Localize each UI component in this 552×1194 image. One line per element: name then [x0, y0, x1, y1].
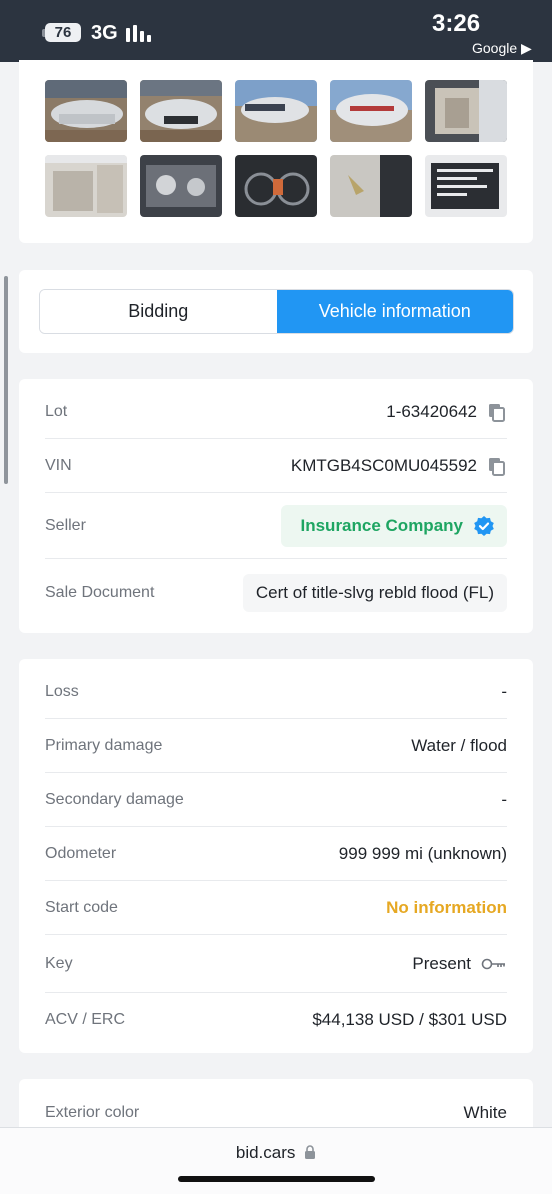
vin-label: VIN: [45, 456, 72, 474]
key-value: Present: [412, 953, 471, 973]
photo-thumbnail[interactable]: [425, 155, 507, 217]
odometer-label: Odometer: [45, 844, 117, 862]
exterior-color-value: White: [463, 1103, 507, 1122]
vin-row: VIN KMTGB4SC0MU045592: [45, 439, 507, 493]
lot-row: Lot 1-63420642: [45, 385, 507, 439]
tab-bar: Bidding Vehicle information: [39, 289, 514, 334]
vin-value: KMTGB4SC0MU045592: [290, 455, 477, 475]
lot-details-card: Lot 1-63420642 VIN KMTGB4SC0MU045592 Sel…: [19, 379, 533, 633]
photo-thumbnail[interactable]: [45, 155, 127, 217]
exterior-color-label: Exterior color: [45, 1104, 140, 1121]
scroll-indicator[interactable]: [4, 276, 8, 484]
url-display[interactable]: bid.cars: [0, 1143, 552, 1163]
lot-value: 1-63420642: [386, 401, 477, 421]
secondary-damage-value: -: [501, 789, 507, 809]
status-bar: 76 3G 3:26 Google ▶: [0, 0, 552, 62]
tab-bidding[interactable]: Bidding: [40, 290, 277, 333]
back-to-app-link[interactable]: Google ▶: [472, 40, 532, 57]
primary-damage-value: Water / flood: [411, 735, 507, 755]
seller-row: Seller Insurance Company: [45, 493, 507, 559]
photo-thumbnail[interactable]: [330, 155, 412, 217]
sale-document-value: Cert of title-slvg rebld flood (FL): [242, 574, 507, 612]
odometer-value: 999 999 mi (unknown): [338, 843, 507, 863]
tabs-card: Bidding Vehicle information: [19, 270, 533, 353]
photo-thumbnail[interactable]: [45, 80, 127, 142]
clock: 3:26: [432, 10, 481, 37]
sale-document-label: Sale Document: [45, 584, 155, 601]
browser-url-bar[interactable]: bid.cars: [0, 1127, 552, 1194]
photo-thumbnail[interactable]: [235, 155, 317, 217]
lock-icon: [305, 1145, 316, 1159]
photo-gallery-card: [19, 60, 533, 243]
key-row: Key Present: [45, 935, 507, 993]
seller-label: Seller: [45, 516, 86, 534]
photo-thumbnail[interactable]: [330, 80, 412, 142]
seller-badge: Insurance Company: [280, 504, 507, 547]
loss-row: Loss -: [45, 665, 507, 719]
key-label: Key: [45, 954, 73, 972]
start-code-row: Start code No information: [45, 881, 507, 935]
battery-level: 76: [45, 23, 81, 42]
odometer-row: Odometer 999 999 mi (unknown): [45, 827, 507, 881]
sale-document-row: Sale Document Cert of title-slvg rebld f…: [45, 559, 507, 627]
photo-thumbnail[interactable]: [425, 80, 507, 142]
network-type: 3G: [91, 22, 118, 44]
tab-vehicle-information[interactable]: Vehicle information: [276, 290, 513, 333]
acv-erc-value: $44,138 USD / $301 USD: [312, 1010, 507, 1029]
start-code-value: No information: [386, 897, 507, 917]
secondary-damage-label: Secondary damage: [45, 790, 184, 808]
photo-thumbnail[interactable]: [140, 155, 222, 217]
home-indicator[interactable]: [178, 1176, 375, 1182]
loss-label: Loss: [45, 682, 79, 700]
primary-damage-label: Primary damage: [45, 736, 163, 754]
condition-card: Loss - Primary damage Water / flood Seco…: [19, 659, 533, 1053]
signal-icon: [126, 24, 151, 42]
acv-erc-label: ACV / ERC: [45, 1011, 126, 1028]
photo-grid: [45, 80, 507, 217]
seller-value: Insurance Company: [300, 515, 464, 535]
url-domain: bid.cars: [235, 1143, 296, 1162]
copy-icon[interactable]: [487, 402, 507, 422]
photo-thumbnail[interactable]: [140, 80, 222, 142]
lot-label: Lot: [45, 402, 68, 420]
loss-value: -: [501, 681, 507, 701]
key-icon: [481, 958, 505, 969]
copy-icon[interactable]: [487, 456, 507, 476]
acv-erc-row: ACV / ERC $44,138 USD / $301 USD: [45, 993, 507, 1047]
primary-damage-row: Primary damage Water / flood: [45, 719, 507, 773]
battery-icon: 76: [42, 23, 82, 42]
photo-thumbnail[interactable]: [235, 80, 317, 142]
start-code-label: Start code: [45, 898, 118, 916]
secondary-damage-row: Secondary damage -: [45, 773, 507, 827]
verified-icon: [474, 515, 494, 536]
